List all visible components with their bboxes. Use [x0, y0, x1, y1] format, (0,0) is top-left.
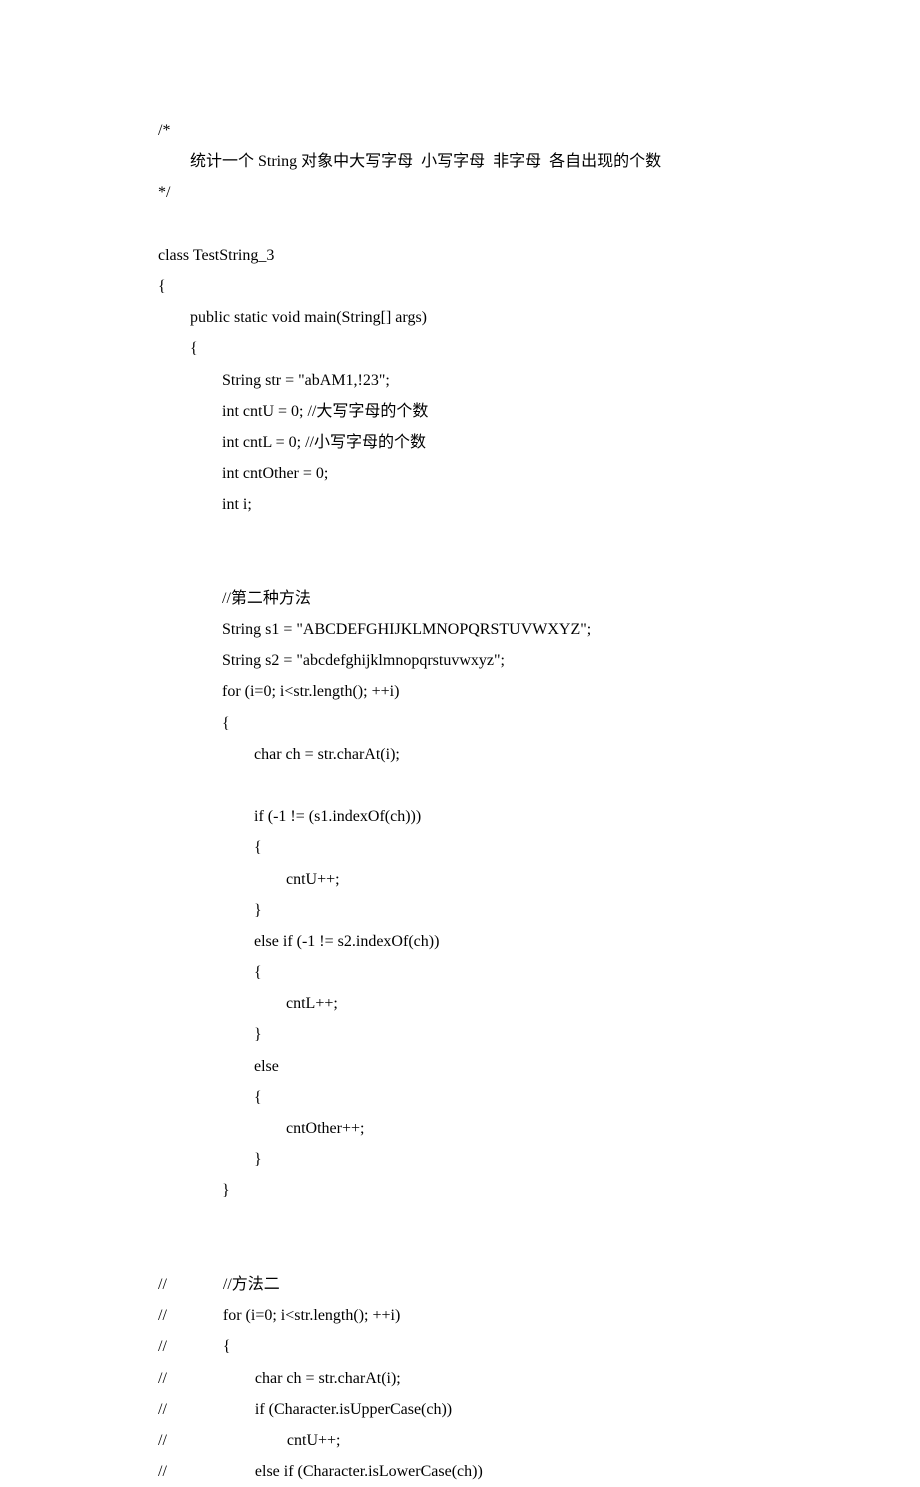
code-line	[158, 209, 920, 240]
code-line: // {	[158, 1331, 920, 1362]
code-line: {	[158, 1082, 920, 1113]
code-line: cntL++;	[158, 988, 920, 1019]
code-line: {	[158, 333, 920, 364]
code-line: }	[158, 1019, 920, 1050]
code-line: class TestString_3	[158, 240, 920, 271]
code-line: {	[158, 832, 920, 863]
code-line: // if (Character.isUpperCase(ch))	[158, 1394, 920, 1425]
code-line: if (-1 != (s1.indexOf(ch)))	[158, 801, 920, 832]
document-page: /* 统计一个 String 对象中大写字母 小写字母 非字母 各自出现的个数 …	[0, 0, 920, 1487]
code-line: cntOther++;	[158, 1113, 920, 1144]
code-line: int i;	[158, 489, 920, 520]
code-line: // else if (Character.isLowerCase(ch))	[158, 1456, 920, 1487]
code-line: }	[158, 895, 920, 926]
code-line	[158, 1207, 920, 1238]
code-line: /*	[158, 115, 920, 146]
code-line: public static void main(String[] args)	[158, 302, 920, 333]
code-line: //第二种方法	[158, 583, 920, 614]
code-line: }	[158, 1175, 920, 1206]
code-line: String s2 = "abcdefghijklmnopqrstuvwxyz"…	[158, 645, 920, 676]
code-line: // for (i=0; i<str.length(); ++i)	[158, 1300, 920, 1331]
code-line: int cntU = 0; //大写字母的个数	[158, 396, 920, 427]
code-line: // cntU++;	[158, 1425, 920, 1456]
code-line: {	[158, 708, 920, 739]
code-line: char ch = str.charAt(i);	[158, 739, 920, 770]
code-line: String s1 = "ABCDEFGHIJKLMNOPQRSTUVWXYZ"…	[158, 614, 920, 645]
code-line: int cntL = 0; //小写字母的个数	[158, 427, 920, 458]
code-line: for (i=0; i<str.length(); ++i)	[158, 676, 920, 707]
code-line: int cntOther = 0;	[158, 458, 920, 489]
code-line: }	[158, 1144, 920, 1175]
code-line	[158, 520, 920, 551]
code-line: else if (-1 != s2.indexOf(ch))	[158, 926, 920, 957]
code-line: 统计一个 String 对象中大写字母 小写字母 非字母 各自出现的个数	[158, 146, 920, 177]
code-line	[158, 1238, 920, 1269]
code-line: cntU++;	[158, 864, 920, 895]
code-line: {	[158, 271, 920, 302]
code-line: // char ch = str.charAt(i);	[158, 1363, 920, 1394]
code-line: {	[158, 957, 920, 988]
code-line: */	[158, 177, 920, 208]
code-line	[158, 552, 920, 583]
code-line: // //方法二	[158, 1269, 920, 1300]
code-line: else	[158, 1051, 920, 1082]
code-line: String str = "abAM1,!23";	[158, 365, 920, 396]
code-line	[158, 770, 920, 801]
